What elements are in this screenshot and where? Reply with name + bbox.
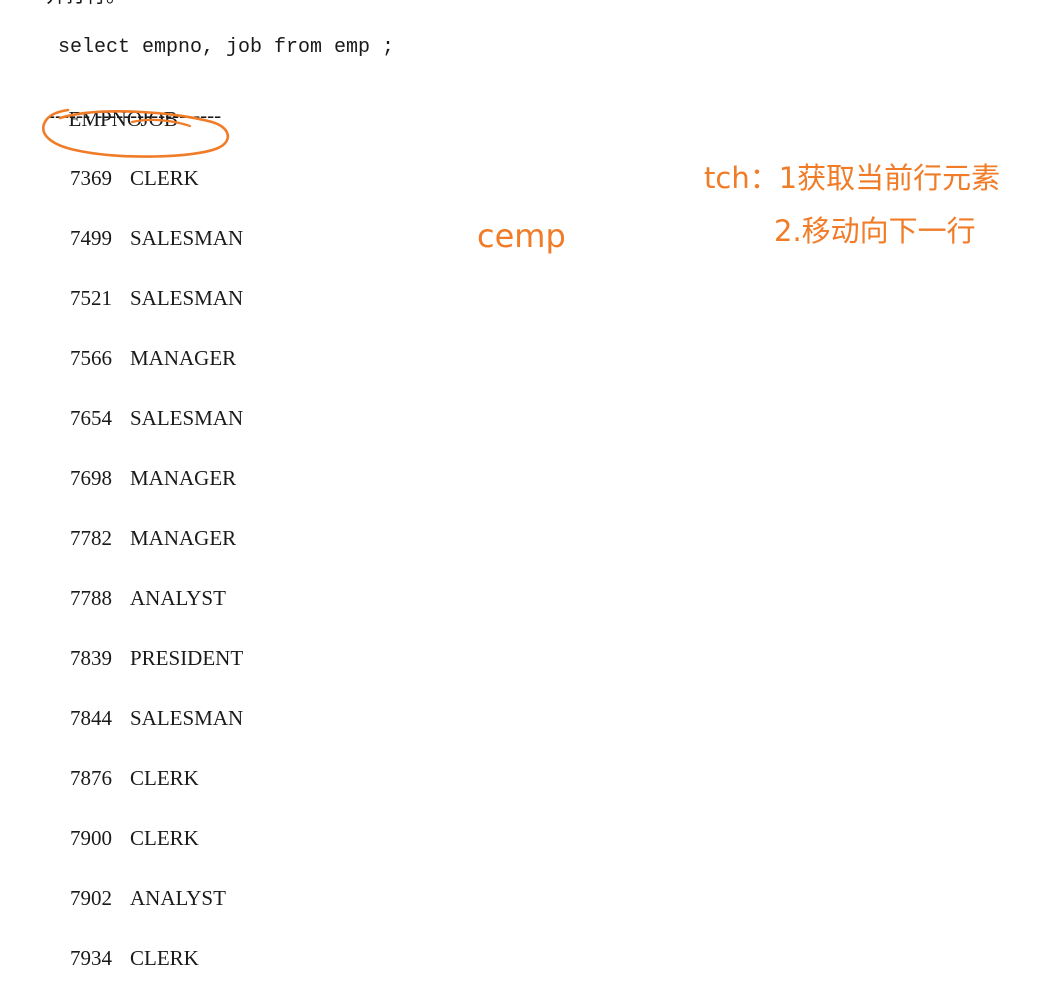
cell-empno: 7698 <box>70 466 112 490</box>
clipped-top-text: 并打行。 <box>46 0 126 8</box>
annotation-step-1: tch：1获取当前行元素 <box>704 161 1001 195</box>
cell-empno: 7900 <box>70 826 112 850</box>
cell-job: ANALYST <box>130 886 226 910</box>
table-row: 7844 SALESMAN <box>70 706 243 730</box>
cell-job: SALESMAN <box>130 286 244 310</box>
cell-empno: 7654 <box>70 406 112 430</box>
cell-empno: 7876 <box>70 766 112 790</box>
table-row: 7654 SALESMAN <box>70 406 243 430</box>
table-row: 7566 MANAGER <box>70 346 243 370</box>
cell-empno: 7566 <box>70 346 112 370</box>
table-row: 7788 ANALYST <box>70 586 243 610</box>
table-row: 7698 MANAGER <box>70 466 243 490</box>
header-separator: ------ ------------------ <box>48 103 222 127</box>
cell-empno: 7788 <box>70 586 112 610</box>
table-row: 7499 SALESMAN <box>70 226 243 250</box>
cell-empno: 7844 <box>70 706 112 730</box>
cell-job: SALESMAN <box>130 406 244 430</box>
cell-job: MANAGER <box>130 466 237 490</box>
annotation-cursor-name: cemp <box>477 217 566 255</box>
cell-job: CLERK <box>130 946 199 970</box>
cell-job: SALESMAN <box>130 226 244 250</box>
cell-job: MANAGER <box>130 526 237 550</box>
cell-job: PRESIDENT <box>130 646 244 670</box>
cell-job: CLERK <box>130 766 199 790</box>
table-row: 7369 CLERK <box>70 166 243 190</box>
cell-empno: 7369 <box>70 166 112 190</box>
cell-empno: 7521 <box>70 286 112 310</box>
cell-empno: 7499 <box>70 226 112 250</box>
cell-job: MANAGER <box>130 346 237 370</box>
cell-job: SALESMAN <box>130 706 244 730</box>
table-row: 7876 CLERK <box>70 766 243 790</box>
annotation-step-2: 2.移动向下一行 <box>774 214 976 248</box>
table-row: 7839 PRESIDENT <box>70 646 243 670</box>
sql-statement: select empno, job from emp ; <box>58 36 395 59</box>
cell-empno: 7934 <box>70 946 112 970</box>
cell-job: CLERK <box>130 826 199 850</box>
table-row: 7934 CLERK <box>70 946 243 970</box>
table-row: 7782 MANAGER <box>70 526 243 550</box>
result-rows: 7369 CLERK 7499 SALESMAN 7521 SALESMAN 7566… <box>70 130 243 988</box>
table-row: 7902 ANALYST <box>70 886 243 910</box>
cell-empno: 7839 <box>70 646 112 670</box>
table-row: 7900 CLERK <box>70 826 243 850</box>
cell-empno: 7782 <box>70 526 112 550</box>
table-row: 7521 SALESMAN <box>70 286 243 310</box>
cell-empno: 7902 <box>70 886 112 910</box>
cell-job: CLERK <box>130 166 199 190</box>
cell-job: ANALYST <box>130 586 226 610</box>
